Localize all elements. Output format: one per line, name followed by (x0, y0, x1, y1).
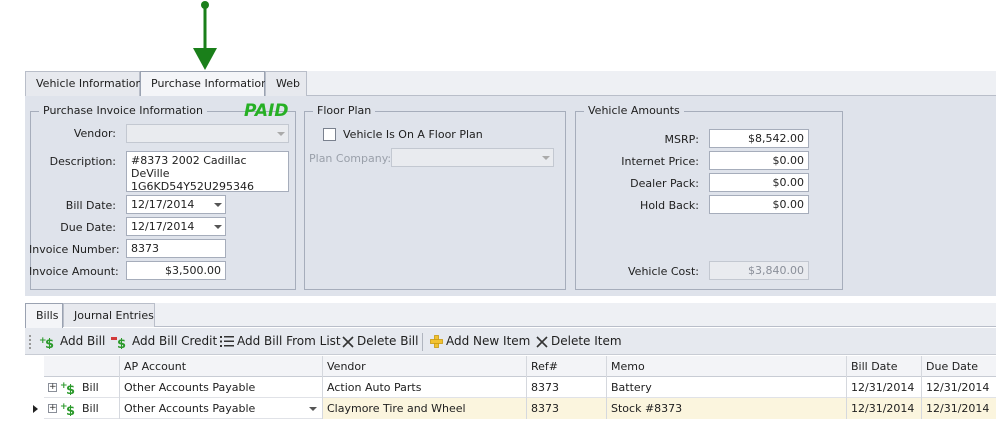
purchase-invoice-legend: Purchase Invoice Information (39, 104, 207, 117)
delete-x-icon (342, 335, 354, 348)
add-bill-icon: + $ (39, 336, 54, 349)
ap-account-cell[interactable]: Other Accounts Payable (119, 377, 322, 398)
floor-plan-checkbox[interactable] (323, 128, 336, 141)
tab-journal-entries[interactable]: Journal Entries (63, 303, 155, 327)
internet-price-field[interactable]: $0.00 (709, 151, 809, 170)
svg-text:$: $ (117, 337, 126, 349)
bill-date-field[interactable]: 12/17/2014 (126, 195, 226, 214)
add-bill-from-list-button[interactable]: Add Bill From List (220, 333, 341, 351)
invoice-number-label: Invoice Number: (29, 243, 120, 256)
col-due-date-header[interactable]: Due Date (921, 356, 996, 377)
due-date-field[interactable]: 12/17/2014 (126, 217, 226, 236)
bill-credit-icon: $ (111, 336, 126, 349)
floor-plan-legend: Floor Plan (313, 104, 376, 117)
invoice-number-field[interactable]: 8373 (126, 239, 226, 258)
due-date-label: Due Date: (60, 221, 116, 234)
vendor-cell[interactable]: Action Auto Parts (322, 377, 526, 398)
col-memo-header[interactable]: Memo (606, 356, 846, 377)
svg-text:$: $ (66, 404, 75, 416)
invoice-amount-label: Invoice Amount: (29, 265, 119, 278)
tab-web[interactable]: Web (265, 71, 307, 96)
dealer-pack-label: Dealer Pack: (630, 177, 699, 190)
row-indicator-icon (33, 405, 38, 413)
list-icon (220, 336, 234, 347)
ref-cell[interactable]: 8373 (526, 377, 606, 398)
delete-bill-button[interactable]: Delete Bill (342, 333, 418, 351)
vehicle-cost-label: Vehicle Cost: (628, 265, 699, 278)
internet-price-label: Internet Price: (621, 155, 699, 168)
vendor-label: Vendor: (73, 127, 116, 140)
add-new-item-button[interactable]: Add New Item (430, 333, 530, 351)
drag-grip-icon (29, 335, 31, 349)
floor-plan-checkbox-label: Vehicle Is On A Floor Plan (343, 128, 483, 141)
svg-text:$: $ (66, 383, 75, 395)
hold-back-field[interactable]: $0.00 (709, 195, 809, 214)
row-type-cell: + + $ Bill (44, 398, 119, 419)
expand-icon[interactable]: + (48, 383, 57, 392)
bill-icon: + $ (60, 381, 75, 395)
tab-vehicle-information[interactable]: Vehicle Information (25, 71, 143, 96)
ap-account-cell[interactable]: Other Accounts Payable (119, 398, 322, 419)
row-type-label: Bill (82, 402, 99, 415)
delete-x-icon (536, 335, 548, 348)
bill-date-cell[interactable]: 12/31/2014 (846, 398, 921, 419)
expand-icon[interactable]: + (48, 404, 57, 413)
due-date-cell[interactable]: 12/31/2014 (921, 398, 996, 419)
tab-bills[interactable]: Bills (25, 303, 63, 328)
bills-toolbar: + $ Add Bill $ Add Bill Credit Add Bill … (25, 328, 996, 355)
paid-label: PAID (244, 101, 289, 121)
annotation-arrow-icon (193, 1, 217, 70)
description-label: Description: (49, 155, 116, 168)
vehicle-cost-field: $3,840.00 (709, 261, 809, 280)
chevron-down-icon (277, 131, 285, 136)
memo-cell[interactable]: Stock #8373 (606, 398, 846, 419)
msrp-label: MSRP: (664, 133, 699, 146)
add-bill-button[interactable]: + $ Add Bill (39, 333, 105, 351)
col-vendor-header[interactable]: Vendor (322, 356, 526, 377)
col-ap-account-header[interactable]: AP Account (119, 356, 322, 377)
lower-tab-strip: Bills Journal Entries (25, 303, 996, 328)
msrp-field[interactable]: $8,542.00 (709, 129, 809, 148)
vehicle-amounts-legend: Vehicle Amounts (584, 104, 684, 117)
tab-purchase-information[interactable]: Purchase Information (140, 71, 268, 97)
table-row[interactable]: + + $ Bill Other Accounts Payable Claymo… (44, 398, 996, 419)
chevron-down-icon (542, 155, 550, 160)
grid-header: AP Account Vendor Ref# Memo Bill Date Du… (44, 356, 996, 377)
vendor-cell[interactable]: Claymore Tire and Wheel (322, 398, 526, 419)
bill-icon: + $ (60, 402, 75, 416)
add-bill-credit-button[interactable]: $ Add Bill Credit (111, 333, 217, 351)
bill-date-label: Bill Date: (65, 199, 116, 212)
svg-text:$: $ (45, 337, 54, 349)
bill-date-cell[interactable]: 12/31/2014 (846, 377, 921, 398)
toolbar-separator (422, 333, 423, 351)
chevron-down-icon[interactable] (214, 224, 222, 229)
row-type-label: Bill (82, 381, 99, 394)
invoice-amount-field[interactable]: $3,500.00 (126, 261, 226, 280)
chevron-down-icon[interactable] (214, 202, 222, 207)
col-ref-header[interactable]: Ref# (526, 356, 606, 377)
ref-cell[interactable]: 8373 (526, 398, 606, 419)
vendor-select[interactable] (126, 124, 289, 143)
col-type-header (44, 356, 119, 377)
memo-cell[interactable]: Battery (606, 377, 846, 398)
dealer-pack-field[interactable]: $0.00 (709, 173, 809, 192)
row-type-cell: + + $ Bill (44, 377, 119, 398)
col-bill-date-header[interactable]: Bill Date (846, 356, 921, 377)
top-tab-strip: Vehicle Information Purchase Information… (25, 71, 996, 97)
description-field[interactable]: #8373 2002 Cadillac DeVille 1G6KD54Y52U2… (126, 151, 289, 192)
plan-company-select[interactable] (391, 148, 554, 167)
plan-company-label: Plan Company: (309, 152, 392, 165)
purchase-information-panel: Purchase Invoice Information PAID Vendor… (25, 96, 996, 296)
delete-item-button[interactable]: Delete Item (536, 333, 622, 351)
table-row[interactable]: + + $ Bill Other Accounts Payable Action… (44, 377, 996, 398)
due-date-cell[interactable]: 12/31/2014 (921, 377, 996, 398)
hold-back-label: Hold Back: (640, 199, 699, 212)
plus-icon (430, 335, 443, 348)
chevron-down-icon[interactable] (309, 406, 317, 411)
